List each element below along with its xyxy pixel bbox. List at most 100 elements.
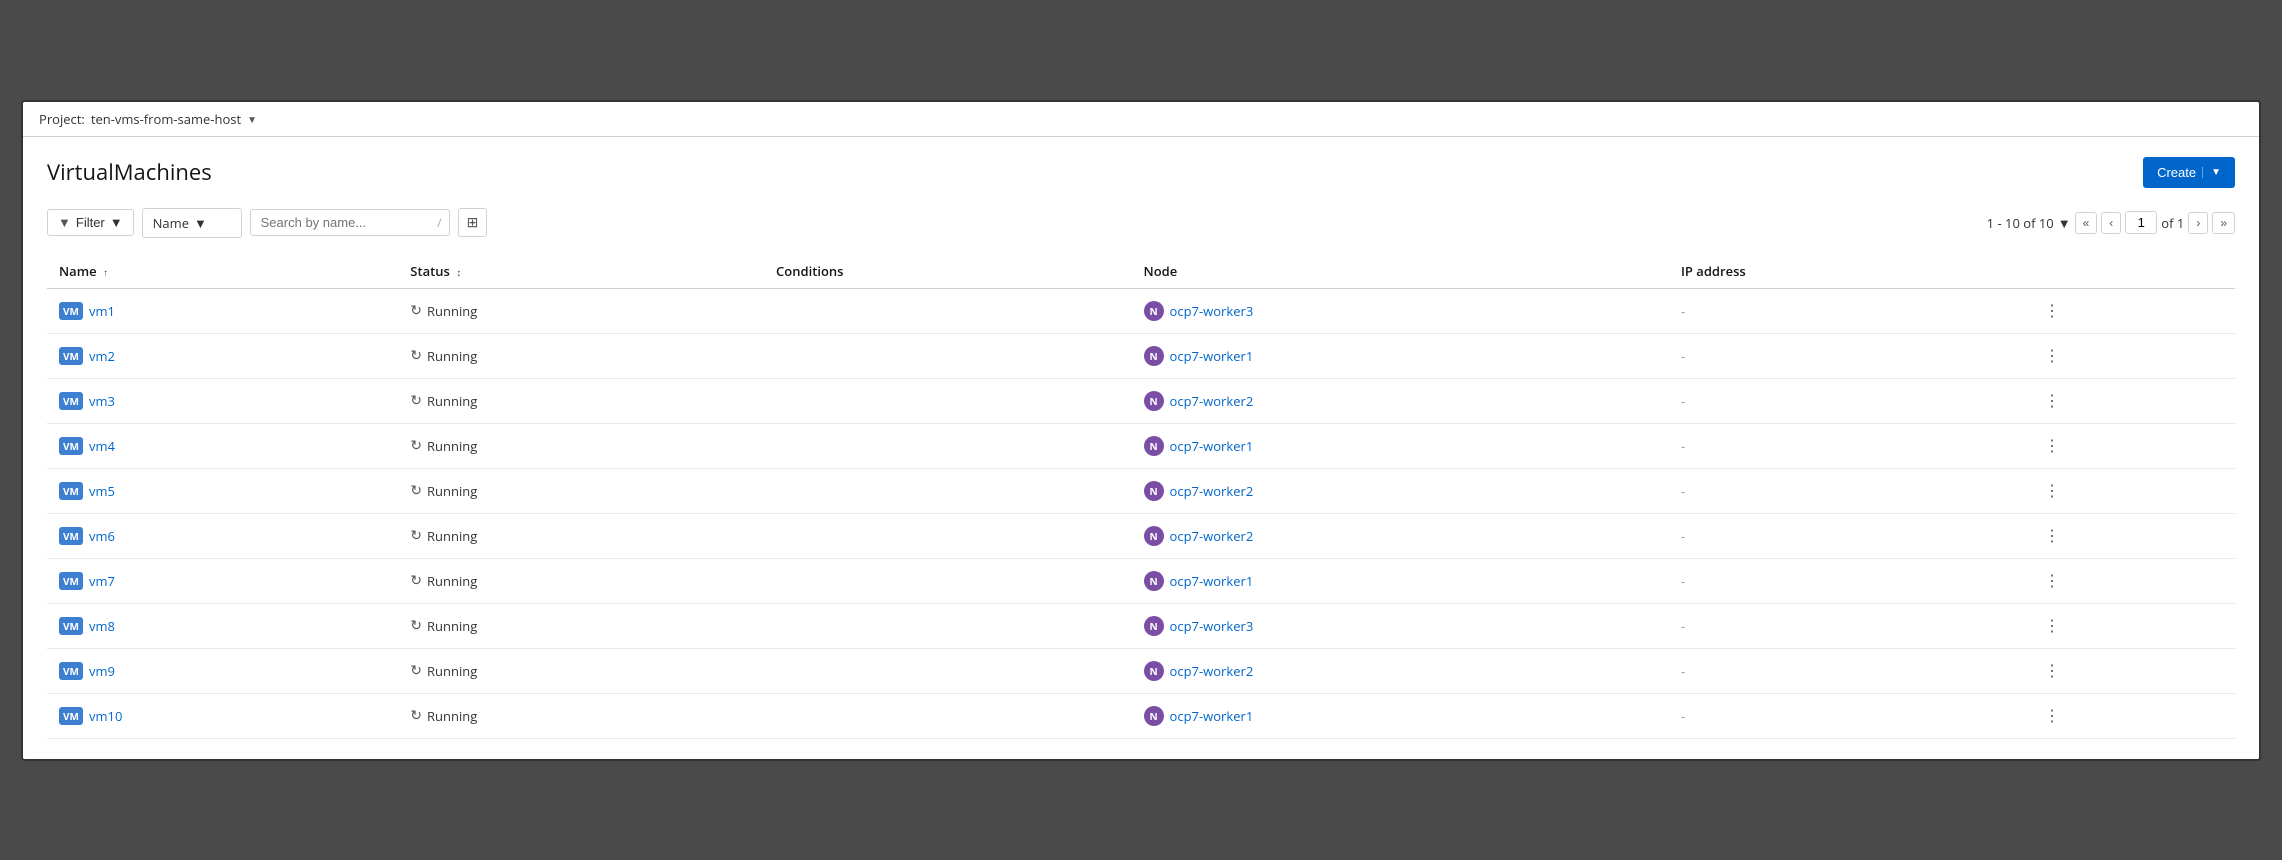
running-icon: ↻	[410, 706, 422, 725]
cell-name: VM vm9	[47, 648, 398, 693]
vm-name-link[interactable]: vm1	[89, 302, 115, 320]
row-kebab-button[interactable]: ⋮	[2038, 434, 2066, 458]
status-text: Running	[427, 662, 477, 680]
vm-name-link[interactable]: vm6	[89, 527, 115, 545]
cell-name: VM vm3	[47, 378, 398, 423]
cell-actions: ⋮	[2026, 423, 2235, 468]
node-badge: N	[1144, 391, 1164, 411]
columns-icon: ⊞	[467, 214, 479, 230]
pagination-prev-button[interactable]: ‹	[2101, 212, 2121, 234]
app-window: Project: ten-vms-from-same-host ▼ Virtua…	[21, 100, 2261, 761]
vm-badge: VM	[59, 662, 83, 680]
row-kebab-button[interactable]: ⋮	[2038, 569, 2066, 593]
filter-button[interactable]: ▼ Filter ▼	[47, 209, 134, 236]
cell-status: ↻ Running	[398, 603, 764, 648]
table-row: VM vm8 ↻ Running N ocp7-worker3 -	[47, 603, 2235, 648]
project-selector[interactable]: Project: ten-vms-from-same-host ▼	[39, 110, 257, 128]
pagination-page-input[interactable]	[2125, 211, 2157, 234]
node-badge: N	[1144, 526, 1164, 546]
cell-conditions	[764, 288, 1132, 333]
cell-conditions	[764, 423, 1132, 468]
vm-name-link[interactable]: vm10	[89, 707, 122, 725]
columns-manage-button[interactable]: ⊞	[458, 208, 488, 237]
create-button-label: Create	[2157, 165, 2196, 180]
vm-badge: VM	[59, 572, 83, 590]
cell-name: VM vm10	[47, 693, 398, 738]
name-dropdown[interactable]: Name ▼	[142, 208, 242, 238]
cell-status: ↻ Running	[398, 558, 764, 603]
running-icon: ↻	[410, 391, 422, 410]
vm-badge: VM	[59, 437, 83, 455]
row-kebab-button[interactable]: ⋮	[2038, 704, 2066, 728]
pagination: 1 - 10 of 10 ▼ « ‹ of 1 › »	[1987, 211, 2235, 234]
status-text: Running	[427, 347, 477, 365]
vm-name-link[interactable]: vm8	[89, 617, 115, 635]
status-text: Running	[427, 572, 477, 590]
col-header-ip: IP address	[1669, 254, 2026, 289]
cell-ip: -	[1669, 603, 2026, 648]
col-header-node: Node	[1132, 254, 1669, 289]
running-icon: ↻	[410, 481, 422, 500]
node-link[interactable]: ocp7-worker2	[1170, 482, 1254, 500]
col-header-name[interactable]: Name ↑	[47, 254, 398, 289]
node-link[interactable]: ocp7-worker2	[1170, 662, 1254, 680]
status-text: Running	[427, 617, 477, 635]
cell-status: ↻ Running	[398, 648, 764, 693]
col-header-conditions: Conditions	[764, 254, 1132, 289]
cell-node: N ocp7-worker2	[1132, 648, 1669, 693]
cell-status: ↻ Running	[398, 513, 764, 558]
page-title: VirtualMachines	[47, 157, 212, 187]
node-badge: N	[1144, 436, 1164, 456]
node-link[interactable]: ocp7-worker3	[1170, 302, 1254, 320]
name-dropdown-chevron-icon: ▼	[194, 214, 207, 232]
cell-ip: -	[1669, 423, 2026, 468]
node-link[interactable]: ocp7-worker2	[1170, 392, 1254, 410]
vm-name-link[interactable]: vm2	[89, 347, 115, 365]
ip-value: -	[1681, 437, 1685, 455]
row-kebab-button[interactable]: ⋮	[2038, 479, 2066, 503]
col-header-status[interactable]: Status ↕	[398, 254, 764, 289]
node-link[interactable]: ocp7-worker1	[1170, 707, 1254, 725]
cell-actions: ⋮	[2026, 693, 2235, 738]
table-row: VM vm4 ↻ Running N ocp7-worker1 -	[47, 423, 2235, 468]
pagination-first-button[interactable]: «	[2075, 212, 2098, 234]
node-link[interactable]: ocp7-worker1	[1170, 347, 1254, 365]
filter-chevron-icon: ▼	[110, 215, 123, 230]
status-text: Running	[427, 707, 477, 725]
ip-value: -	[1681, 527, 1685, 545]
cell-conditions	[764, 693, 1132, 738]
cell-actions: ⋮	[2026, 558, 2235, 603]
ip-value: -	[1681, 617, 1685, 635]
ip-value: -	[1681, 662, 1685, 680]
vm-name-link[interactable]: vm3	[89, 392, 115, 410]
row-kebab-button[interactable]: ⋮	[2038, 299, 2066, 323]
node-link[interactable]: ocp7-worker3	[1170, 617, 1254, 635]
row-kebab-button[interactable]: ⋮	[2038, 659, 2066, 683]
row-kebab-button[interactable]: ⋮	[2038, 524, 2066, 548]
cell-status: ↻ Running	[398, 468, 764, 513]
filter-icon: ▼	[58, 215, 71, 230]
row-kebab-button[interactable]: ⋮	[2038, 344, 2066, 368]
row-kebab-button[interactable]: ⋮	[2038, 389, 2066, 413]
pagination-of-label: of 1	[2161, 214, 2184, 232]
pagination-next-button[interactable]: ›	[2188, 212, 2208, 234]
cell-ip: -	[1669, 468, 2026, 513]
node-link[interactable]: ocp7-worker2	[1170, 527, 1254, 545]
vm-name-link[interactable]: vm7	[89, 572, 115, 590]
cell-node: N ocp7-worker1	[1132, 423, 1669, 468]
pagination-last-button[interactable]: »	[2212, 212, 2235, 234]
vm-name-link[interactable]: vm4	[89, 437, 115, 455]
row-kebab-button[interactable]: ⋮	[2038, 614, 2066, 638]
vm-name-link[interactable]: vm5	[89, 482, 115, 500]
node-link[interactable]: ocp7-worker1	[1170, 437, 1254, 455]
node-badge: N	[1144, 571, 1164, 591]
table-row: VM vm1 ↻ Running N ocp7-worker3 -	[47, 288, 2235, 333]
create-button[interactable]: Create ▼	[2143, 157, 2235, 188]
status-sort-icon: ↕	[456, 265, 461, 279]
status-text: Running	[427, 527, 477, 545]
vm-badge: VM	[59, 347, 83, 365]
cell-conditions	[764, 558, 1132, 603]
node-link[interactable]: ocp7-worker1	[1170, 572, 1254, 590]
vm-name-link[interactable]: vm9	[89, 662, 115, 680]
search-input[interactable]	[250, 209, 450, 236]
